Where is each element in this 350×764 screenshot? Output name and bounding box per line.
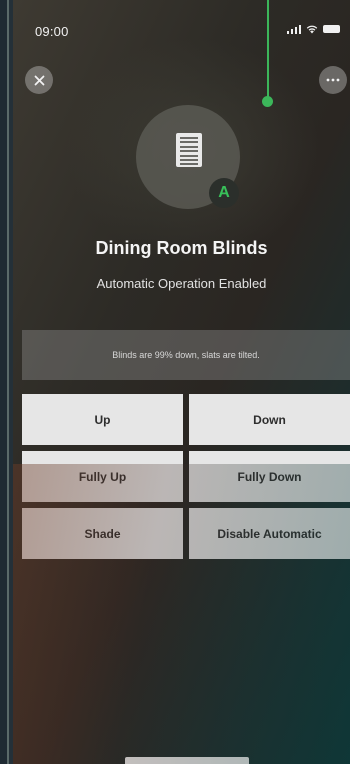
device-subtitle: Automatic Operation Enabled xyxy=(96,276,267,291)
left-frame-border xyxy=(0,0,9,764)
down-button[interactable]: Down xyxy=(189,394,350,445)
more-options-button[interactable] xyxy=(319,66,347,94)
status-time: 09:00 xyxy=(35,24,69,39)
annotation-pointer-line xyxy=(267,0,269,99)
wifi-icon xyxy=(306,25,318,34)
annotation-pointer-dot xyxy=(262,96,273,107)
window-blind-icon xyxy=(176,133,202,167)
app-frame: 09:00 A Dining Room Blinds Automatic Ope… xyxy=(0,0,350,764)
close-button[interactable] xyxy=(25,66,53,94)
signal-icon xyxy=(286,24,301,34)
up-button[interactable]: Up xyxy=(22,394,183,445)
close-icon xyxy=(34,75,44,85)
status-icons xyxy=(286,24,340,34)
shade-button[interactable]: Shade xyxy=(22,508,183,559)
home-indicator[interactable] xyxy=(125,757,249,764)
battery-icon xyxy=(323,25,340,33)
action-button-grid: Up Down Fully Up Fully Down Shade Disabl… xyxy=(22,394,350,559)
fully-up-button[interactable]: Fully Up xyxy=(22,451,183,502)
status-message-banner: Blinds are 99% down, slats are tilted. xyxy=(22,330,350,380)
more-icon xyxy=(326,78,340,82)
disable-automatic-button[interactable]: Disable Automatic xyxy=(189,508,350,559)
status-bar: 09:00 xyxy=(13,0,350,50)
automatic-badge: A xyxy=(209,178,239,208)
device-name: Dining Room Blinds xyxy=(95,238,268,258)
fully-down-button[interactable]: Fully Down xyxy=(189,451,350,502)
phone-screen: 09:00 A Dining Room Blinds Automatic Ope… xyxy=(13,0,350,764)
